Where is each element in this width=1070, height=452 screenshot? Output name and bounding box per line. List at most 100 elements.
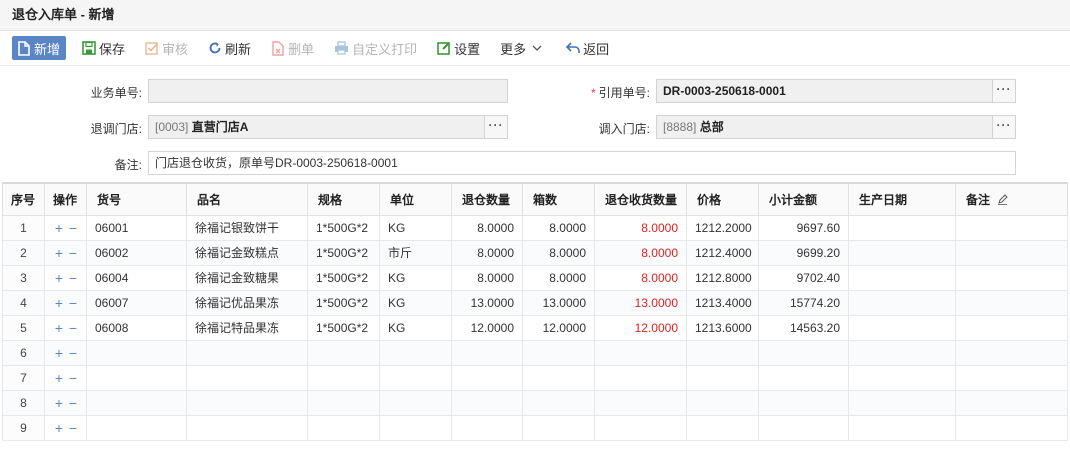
col-header-boxes[interactable]: 箱数 <box>522 182 595 216</box>
cell-unit[interactable] <box>379 414 452 441</box>
cell-qty[interactable]: 13.0000 <box>451 289 523 316</box>
cell-recv-qty[interactable]: 8.0000 <box>594 264 687 291</box>
table-row[interactable]: 1 + −06001 徐福记银致饼干 1*500G*2 KG 8.0000 8.0000 8.0… <box>2 214 1068 241</box>
out-store-lookup-button[interactable]: ··· <box>484 116 507 138</box>
cell-amount[interactable] <box>758 389 849 416</box>
cell-price[interactable]: 1213.4000 <box>686 289 759 316</box>
new-button[interactable]: 新增 <box>12 36 67 60</box>
cell-amount[interactable] <box>758 364 849 391</box>
cell-price[interactable] <box>686 339 759 366</box>
cell-prod-date[interactable] <box>848 264 956 291</box>
cell-amount[interactable] <box>758 414 849 441</box>
save-button[interactable]: 保存 <box>82 36 125 60</box>
reference-lookup-button[interactable]: ··· <box>992 80 1015 102</box>
cell-spec[interactable] <box>307 364 380 391</box>
cell-remark[interactable] <box>955 214 1068 241</box>
cell-qty[interactable] <box>451 364 523 391</box>
more-dropdown[interactable]: 更多 <box>500 36 546 60</box>
cell-name[interactable] <box>186 339 308 366</box>
cell-recv-qty[interactable]: 8.0000 <box>594 239 687 266</box>
cell-remark[interactable] <box>955 389 1068 416</box>
add-row-icon[interactable]: + <box>53 245 65 261</box>
cell-remark[interactable] <box>955 364 1068 391</box>
cell-unit[interactable]: KG <box>379 264 452 291</box>
col-header-unit[interactable]: 单位 <box>379 182 452 216</box>
cell-amount[interactable]: 15774.20 <box>758 289 849 316</box>
table-row[interactable]: 8 + − <box>2 389 1068 416</box>
cell-code[interactable]: 06004 <box>86 264 187 291</box>
col-header-qty[interactable]: 退仓数量 <box>451 182 523 216</box>
in-store-lookup-button[interactable]: ··· <box>992 116 1015 138</box>
cell-qty[interactable]: 8.0000 <box>451 264 523 291</box>
cell-recv-qty[interactable] <box>594 339 687 366</box>
cell-spec[interactable]: 1*500G*2 <box>307 214 380 241</box>
cell-name[interactable]: 徐福记优品果冻 <box>186 289 308 316</box>
cell-recv-qty[interactable] <box>594 364 687 391</box>
cell-unit[interactable]: KG <box>379 314 452 341</box>
cell-remark[interactable] <box>955 289 1068 316</box>
cell-code[interactable] <box>86 414 187 441</box>
cell-recv-qty[interactable] <box>594 414 687 441</box>
cell-unit[interactable]: KG <box>379 289 452 316</box>
back-button[interactable]: 返回 <box>566 36 609 60</box>
col-header-remark[interactable]: 备注 <box>955 182 1068 216</box>
table-row[interactable]: 9 + − <box>2 414 1068 441</box>
add-row-icon[interactable]: + <box>53 220 65 236</box>
cell-code[interactable]: 06008 <box>86 314 187 341</box>
cell-amount[interactable] <box>758 339 849 366</box>
cell-spec[interactable] <box>307 389 380 416</box>
add-row-icon[interactable]: + <box>53 395 65 411</box>
cell-remark[interactable] <box>955 264 1068 291</box>
cell-name[interactable]: 徐福记银致饼干 <box>186 214 308 241</box>
table-row[interactable]: 6 + − <box>2 339 1068 366</box>
cell-recv-qty[interactable]: 8.0000 <box>594 214 687 241</box>
remark-field[interactable]: 门店退仓收货，原单号DR-0003-250618-0001 <box>148 151 1016 175</box>
cell-code[interactable]: 06001 <box>86 214 187 241</box>
cell-unit[interactable]: 市斤 <box>379 239 452 266</box>
cell-name[interactable] <box>186 414 308 441</box>
cell-price[interactable]: 1213.6000 <box>686 314 759 341</box>
custom-print-button[interactable]: 自定义打印 <box>334 36 417 60</box>
table-row[interactable]: 3 + −06004 徐福记金致糖果 1*500G*2 KG 8.0000 8.0000 8.0… <box>2 264 1068 291</box>
cell-code[interactable] <box>86 364 187 391</box>
cell-price[interactable] <box>686 364 759 391</box>
cell-spec[interactable]: 1*500G*2 <box>307 289 380 316</box>
cell-spec[interactable] <box>307 339 380 366</box>
cell-unit[interactable] <box>379 389 452 416</box>
add-row-icon[interactable]: + <box>53 370 65 386</box>
cell-spec[interactable] <box>307 414 380 441</box>
cell-prod-date[interactable] <box>848 339 956 366</box>
remove-row-icon[interactable]: − <box>67 220 79 236</box>
cell-boxes[interactable] <box>522 389 595 416</box>
cell-boxes[interactable] <box>522 339 595 366</box>
cell-spec[interactable]: 1*500G*2 <box>307 239 380 266</box>
cell-boxes[interactable]: 12.0000 <box>522 314 595 341</box>
remove-row-icon[interactable]: − <box>67 395 79 411</box>
cell-name[interactable]: 徐福记特品果冻 <box>186 314 308 341</box>
add-row-icon[interactable]: + <box>53 420 65 436</box>
cell-prod-date[interactable] <box>848 364 956 391</box>
cell-boxes[interactable]: 8.0000 <box>522 214 595 241</box>
add-row-icon[interactable]: + <box>53 270 65 286</box>
remove-row-icon[interactable]: − <box>67 345 79 361</box>
cell-qty[interactable]: 8.0000 <box>451 214 523 241</box>
settings-button[interactable]: 设置 <box>437 36 480 60</box>
cell-recv-qty[interactable]: 13.0000 <box>594 289 687 316</box>
cell-prod-date[interactable] <box>848 414 956 441</box>
remove-row-icon[interactable]: − <box>67 370 79 386</box>
table-row[interactable]: 5 + −06008 徐福记特品果冻 1*500G*2 KG 12.0000 12.0000 1… <box>2 314 1068 341</box>
cell-qty[interactable] <box>451 339 523 366</box>
cell-boxes[interactable] <box>522 414 595 441</box>
cell-price[interactable] <box>686 389 759 416</box>
cell-qty[interactable] <box>451 414 523 441</box>
col-header-price[interactable]: 价格 <box>686 182 759 216</box>
cell-qty[interactable]: 12.0000 <box>451 314 523 341</box>
cell-name[interactable]: 徐福记金致糖果 <box>186 264 308 291</box>
cell-price[interactable]: 1212.2000 <box>686 214 759 241</box>
cell-unit[interactable]: KG <box>379 214 452 241</box>
cell-qty[interactable] <box>451 389 523 416</box>
cell-code[interactable]: 06002 <box>86 239 187 266</box>
cell-unit[interactable] <box>379 364 452 391</box>
col-header-name[interactable]: 品名 <box>186 182 308 216</box>
cell-boxes[interactable] <box>522 364 595 391</box>
